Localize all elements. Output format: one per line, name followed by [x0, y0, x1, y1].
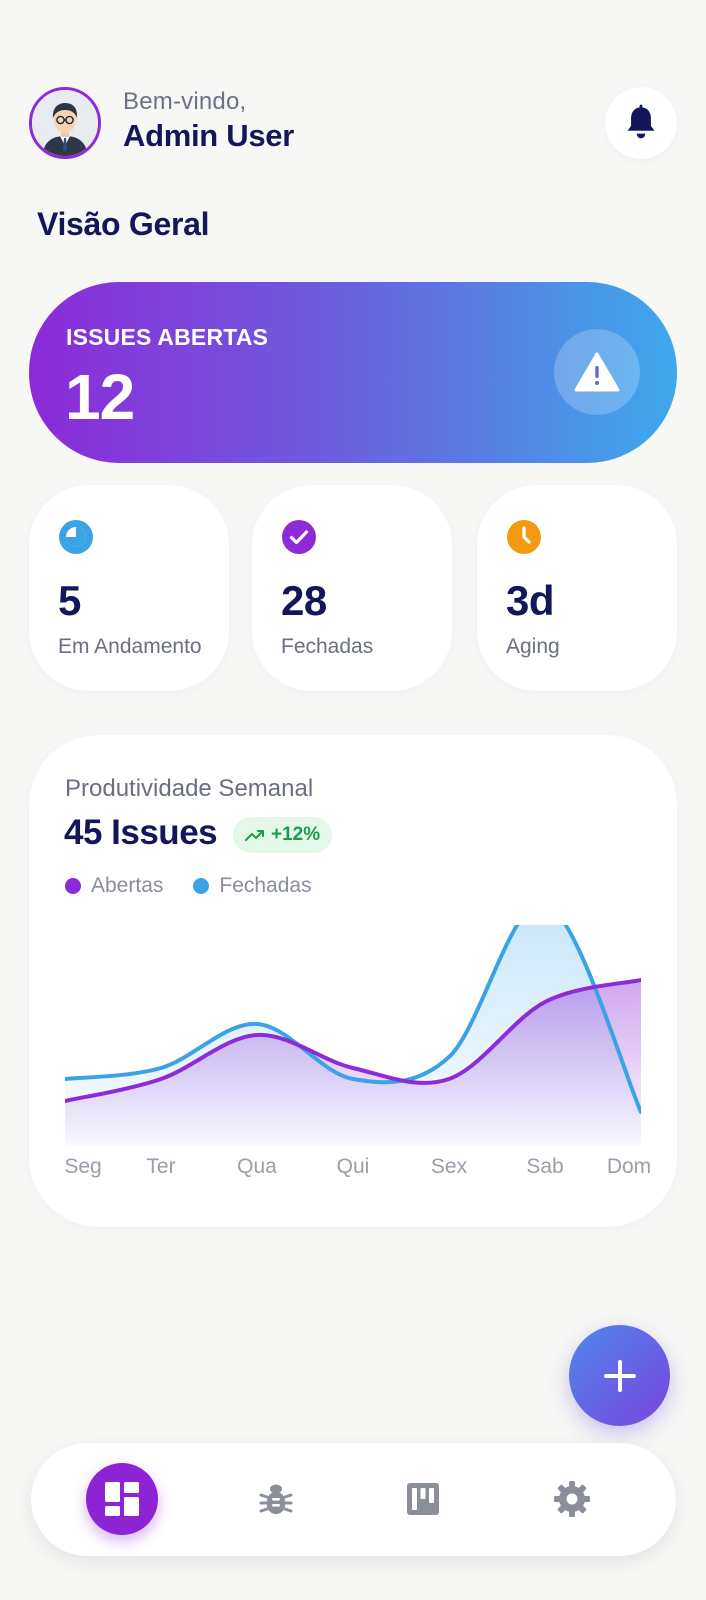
bell-icon: [627, 104, 655, 139]
section-title: Visão Geral: [37, 206, 210, 242]
hero-icon-circle: [554, 329, 640, 415]
x-tick-label: Sex: [430, 1155, 468, 1178]
stat-value: 5: [58, 577, 81, 624]
stat-card-closed[interactable]: 28 Fechadas: [252, 485, 452, 691]
trend-value: +12%: [271, 824, 321, 845]
nav-settings[interactable]: [536, 1463, 608, 1535]
user-name: Admin User: [123, 118, 294, 153]
plus-icon: [603, 1359, 636, 1392]
avatar[interactable]: [29, 87, 101, 159]
hero-label: ISSUES ABERTAS: [66, 324, 269, 350]
notifications-button[interactable]: [605, 87, 677, 159]
x-tick-label: Ter: [146, 1155, 176, 1178]
legend-item-fechadas: Fechadas: [193, 874, 312, 898]
nav-dashboard[interactable]: [86, 1463, 158, 1535]
chart-subtitle: Produtividade Semanal: [65, 775, 314, 802]
greeting-text: Bem-vindo,: [123, 88, 247, 115]
board-icon: [407, 1483, 439, 1515]
stat-label: Fechadas: [281, 635, 374, 658]
bottom-navigation: [31, 1443, 676, 1556]
dashboard-icon: [105, 1482, 139, 1516]
nav-board[interactable]: [387, 1463, 459, 1535]
x-tick-label: Qui: [336, 1155, 370, 1178]
add-issue-button[interactable]: [569, 1325, 670, 1426]
stat-label: Em Andamento: [58, 635, 202, 658]
x-axis: Seg Ter Qua Qui Sex Sab Dom: [29, 1155, 677, 1185]
trend-badge: +12%: [233, 817, 333, 853]
bug-icon: [259, 1484, 293, 1514]
chart-legend: Abertas Fechadas: [65, 874, 312, 898]
area-abertas: [65, 980, 641, 1145]
progress-icon: [58, 519, 94, 560]
gear-icon: [554, 1481, 590, 1517]
productivity-chart: [65, 925, 641, 1145]
stat-card-aging[interactable]: 3d Aging: [477, 485, 677, 691]
hero-value: 12: [65, 361, 135, 433]
x-tick-label: Sab: [526, 1155, 564, 1178]
user-avatar-icon: [32, 90, 98, 156]
stat-value: 28: [281, 577, 327, 624]
legend-item-abertas: Abertas: [65, 874, 163, 898]
clock-icon: [506, 519, 542, 560]
x-tick-label: Seg: [64, 1155, 102, 1178]
dashboard-screen: Bem-vindo, Admin User Visão Geral ISSUES…: [0, 0, 706, 1600]
legend-dot: [193, 878, 210, 894]
warning-icon: [574, 352, 620, 392]
chart-total: 45 Issues: [64, 813, 218, 852]
check-circle-icon: [281, 519, 317, 560]
x-tick-label: Qua: [237, 1155, 277, 1178]
open-issues-card[interactable]: ISSUES ABERTAS 12: [29, 282, 677, 463]
stat-label: Aging: [506, 635, 560, 658]
legend-label: Abertas: [91, 874, 164, 897]
x-tick-label: Dom: [606, 1155, 652, 1178]
greeting-block: Bem-vindo, Admin User: [123, 88, 294, 154]
nav-issues[interactable]: [240, 1463, 312, 1535]
stat-value: 3d: [506, 577, 555, 624]
legend-dot: [65, 878, 81, 894]
legend-label: Fechadas: [219, 874, 312, 897]
weekly-productivity-card: Produtividade Semanal 45 Issues +12% Abe…: [29, 735, 677, 1227]
trending-up-icon: [245, 830, 264, 841]
stat-card-in-progress[interactable]: 5 Em Andamento: [29, 485, 229, 691]
